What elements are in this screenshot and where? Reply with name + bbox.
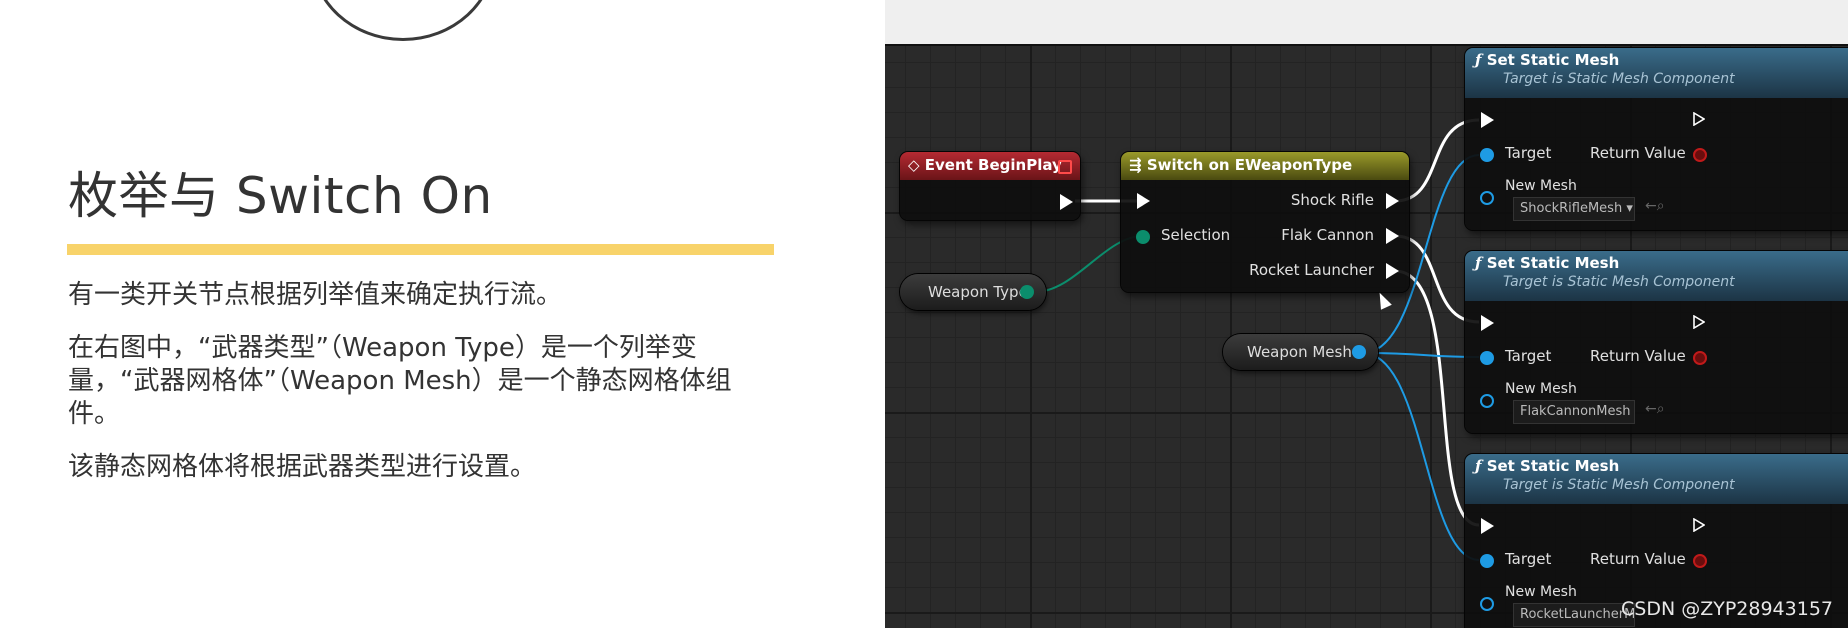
slide-title: 枚举与 Switch On: [68, 167, 493, 225]
rocket-launcher-label: Rocket Launcher: [1249, 261, 1374, 279]
event-diamond-icon: ◇: [908, 156, 920, 174]
set-mesh-header: ƒ Set Static Mesh Target is Static Mesh …: [1465, 48, 1848, 98]
switch-node-title: Switch on EWeaponType: [1146, 156, 1353, 174]
function-icon: ƒ: [1475, 457, 1482, 475]
set-mesh-title: Set Static Mesh: [1486, 457, 1620, 475]
target-pin[interactable]: [1480, 554, 1494, 568]
rocket-launcher-exec-pin[interactable]: [1386, 263, 1399, 279]
weapon-type-variable[interactable]: Weapon Type: [900, 274, 1046, 310]
slide-panel: 枚举与 Switch On 有一类开关节点根据列举值来确定执行流。 在右图中，“…: [0, 0, 885, 628]
set-mesh-header: ƒ Set Static Mesh Target is Static Mesh …: [1465, 454, 1848, 504]
set-mesh-title: Set Static Mesh: [1486, 254, 1620, 272]
use-selected-asset-icon[interactable]: ←⌕: [1645, 401, 1665, 417]
use-selected-asset-icon[interactable]: ←⌕: [1645, 198, 1665, 214]
target-label: Target: [1505, 550, 1552, 568]
set-mesh-subtitle: Target is Static Mesh Component: [1503, 71, 1735, 87]
set-mesh-header: ƒ Set Static Mesh Target is Static Mesh …: [1465, 251, 1848, 301]
set-mesh-title: Set Static Mesh: [1486, 51, 1620, 69]
new-mesh-pin[interactable]: [1480, 394, 1494, 408]
weapon-mesh-label: Weapon Mesh: [1247, 343, 1352, 361]
set-mesh-exec-in-pin[interactable]: [1481, 112, 1494, 128]
set-mesh-exec-out-pin[interactable]: [1693, 518, 1705, 532]
mesh-asset-value: ShockRifleMesh: [1520, 201, 1623, 216]
set-static-mesh-node[interactable]: ƒ Set Static Mesh Target is Static Mesh …: [1465, 251, 1848, 433]
function-icon: ƒ: [1475, 254, 1482, 272]
switch-exec-in-pin[interactable]: [1137, 193, 1150, 209]
mesh-asset-dropdown[interactable]: RocketLauncherMesh ▾: [1513, 603, 1635, 627]
selection-pin[interactable]: [1136, 230, 1150, 244]
set-mesh-exec-in-pin[interactable]: [1481, 315, 1494, 331]
event-delegate-icon: [1058, 160, 1072, 174]
paragraph-1: 有一类开关节点根据列举值来确定执行流。: [68, 280, 563, 310]
flak-cannon-exec-pin[interactable]: [1386, 228, 1399, 244]
weapon-type-label: Weapon Type: [928, 283, 1028, 301]
set-mesh-subtitle: Target is Static Mesh Component: [1503, 274, 1735, 290]
return-value-pin[interactable]: [1693, 148, 1707, 162]
function-icon: ƒ: [1475, 51, 1482, 69]
weapon-type-out-pin[interactable]: [1020, 285, 1034, 299]
target-label: Target: [1505, 144, 1552, 162]
switch-node-header: ⇶ Switch on EWeaponType: [1121, 152, 1409, 180]
switch-icon: ⇶: [1129, 156, 1142, 174]
shock-rifle-exec-pin[interactable]: [1386, 193, 1399, 209]
return-value-label: Return Value: [1590, 550, 1686, 568]
event-node-title: Event BeginPlay: [924, 156, 1062, 174]
mesh-asset-value: RocketLauncherMesh: [1520, 607, 1635, 622]
set-mesh-exec-out-pin[interactable]: [1693, 112, 1705, 126]
decorative-circle: [310, 0, 496, 41]
paragraph-3: 该静态网格体将根据武器类型进行设置。: [68, 452, 537, 482]
return-value-pin[interactable]: [1693, 351, 1707, 365]
blueprint-graph[interactable]: ◇ Event BeginPlay ⇶ Switch on EWeaponTyp…: [885, 0, 1848, 628]
switch-node[interactable]: ⇶ Switch on EWeaponType Selection Shock …: [1121, 152, 1409, 292]
target-pin[interactable]: [1480, 148, 1494, 162]
new-mesh-pin[interactable]: [1480, 597, 1494, 611]
mesh-asset-dropdown[interactable]: ShockRifleMesh ▾: [1513, 197, 1635, 221]
return-value-label: Return Value: [1590, 144, 1686, 162]
return-value-pin[interactable]: [1693, 554, 1707, 568]
flak-cannon-label: Flak Cannon: [1281, 226, 1374, 244]
set-mesh-subtitle: Target is Static Mesh Component: [1503, 477, 1735, 493]
new-mesh-label: New Mesh: [1505, 584, 1577, 600]
target-pin[interactable]: [1480, 351, 1494, 365]
set-mesh-exec-in-pin[interactable]: [1481, 518, 1494, 534]
weapon-mesh-variable[interactable]: Weapon Mesh: [1223, 334, 1378, 370]
event-node-header: ◇ Event BeginPlay: [900, 152, 1080, 180]
mesh-asset-value: FlakCannonMesh: [1520, 404, 1631, 419]
target-label: Target: [1505, 347, 1552, 365]
weapon-mesh-out-pin[interactable]: [1352, 345, 1366, 359]
new-mesh-pin[interactable]: [1480, 191, 1494, 205]
event-beginplay-node[interactable]: ◇ Event BeginPlay: [900, 152, 1080, 220]
set-mesh-exec-out-pin[interactable]: [1693, 315, 1705, 329]
return-value-label: Return Value: [1590, 347, 1686, 365]
set-static-mesh-node[interactable]: ƒ Set Static Mesh Target is Static Mesh …: [1465, 48, 1848, 230]
title-underline: [67, 244, 774, 255]
event-exec-out-pin[interactable]: [1060, 194, 1073, 210]
new-mesh-label: New Mesh: [1505, 381, 1577, 397]
shock-rifle-label: Shock Rifle: [1290, 191, 1374, 209]
paragraph-2: 在右图中，“武器类型”（Weapon Type）是一个列举变量，“武器网格体”（…: [68, 333, 732, 429]
mesh-asset-dropdown[interactable]: FlakCannonMesh ▾: [1513, 400, 1635, 424]
selection-label: Selection: [1161, 226, 1231, 244]
watermark: CSDN @ZYP28943157: [1621, 598, 1833, 620]
new-mesh-label: New Mesh: [1505, 178, 1577, 194]
